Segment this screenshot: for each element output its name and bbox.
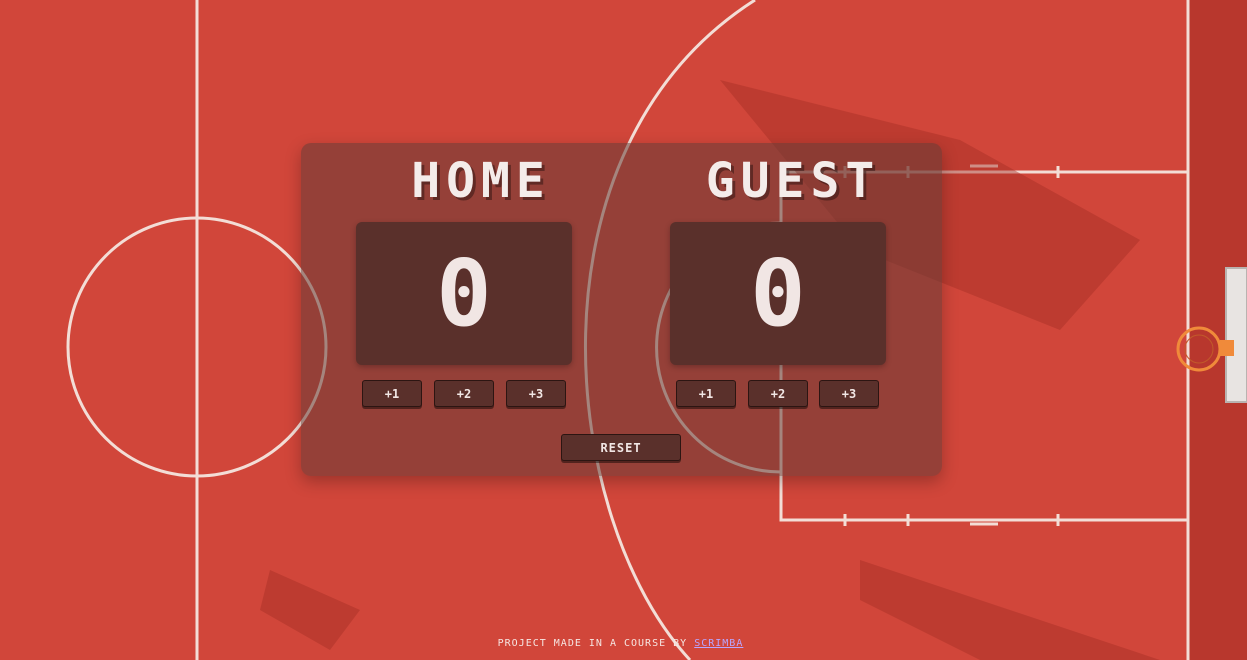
- home-add-1-button[interactable]: +1: [362, 380, 422, 407]
- reset-button[interactable]: RESET: [561, 434, 681, 461]
- scrimba-link[interactable]: SCRIMBA: [694, 638, 743, 649]
- home-add-2-button[interactable]: +2: [434, 380, 494, 407]
- footer-credit: PROJECT MADE IN A COURSE BY SCRIMBA: [0, 638, 1241, 649]
- scoreboard-panel: HOME GUEST 0 0 +1 +2 +3 +1 +2 +3 RESET: [301, 143, 942, 476]
- guest-add-2-button[interactable]: +2: [748, 380, 808, 407]
- guest-title: GUEST: [705, 153, 881, 209]
- guest-add-3-button[interactable]: +3: [819, 380, 879, 407]
- footer-text: PROJECT MADE IN A COURSE BY: [497, 638, 695, 649]
- guest-add-1-button[interactable]: +1: [676, 380, 736, 407]
- home-title: HOME: [411, 153, 551, 209]
- home-score-display: 0: [356, 222, 572, 365]
- home-add-3-button[interactable]: +3: [506, 380, 566, 407]
- guest-score-display: 0: [670, 222, 886, 365]
